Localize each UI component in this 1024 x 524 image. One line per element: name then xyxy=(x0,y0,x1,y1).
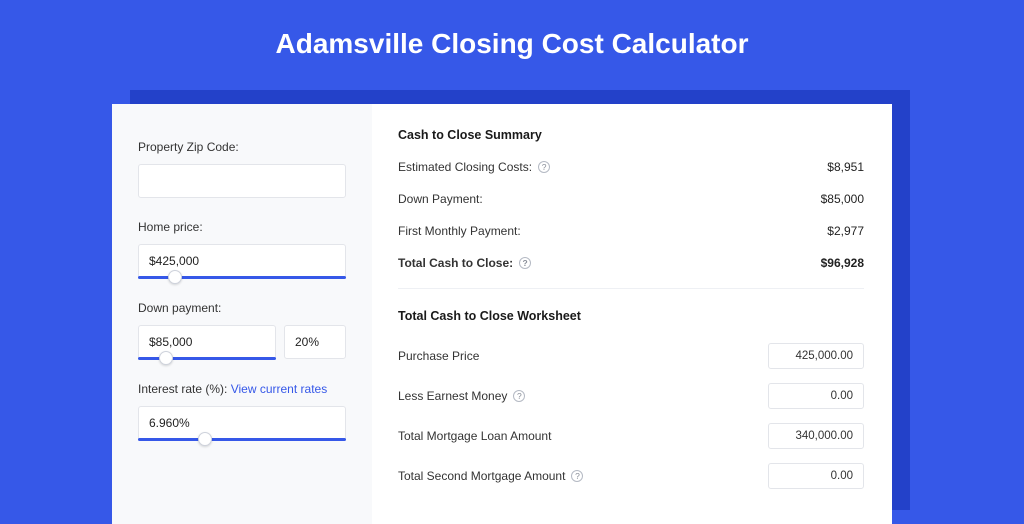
slider-thumb-icon[interactable] xyxy=(168,270,182,284)
home-price-label: Home price: xyxy=(138,220,346,234)
help-icon[interactable]: ? xyxy=(571,470,583,482)
worksheet-input[interactable]: 425,000.00 xyxy=(768,343,864,369)
down-payment-label: Down payment: xyxy=(138,301,346,315)
worksheet-input[interactable]: 0.00 xyxy=(768,383,864,409)
zip-label: Property Zip Code: xyxy=(138,140,346,154)
summary-value: $96,928 xyxy=(821,256,864,270)
summary-value: $8,951 xyxy=(827,160,864,174)
zip-field: Property Zip Code: xyxy=(138,140,346,198)
worksheet-input[interactable]: 0.00 xyxy=(768,463,864,489)
summary-row-down-payment: Down Payment: $85,000 xyxy=(398,192,864,206)
summary-row-first-monthly: First Monthly Payment: $2,977 xyxy=(398,224,864,238)
summary-heading: Cash to Close Summary xyxy=(398,128,864,142)
help-icon[interactable]: ? xyxy=(519,257,531,269)
summary-row-total: Total Cash to Close: ? $96,928 xyxy=(398,256,864,270)
summary-row-closing-costs: Estimated Closing Costs: ? $8,951 xyxy=(398,160,864,174)
summary-label: Estimated Closing Costs: xyxy=(398,160,532,174)
home-price-field: Home price: $425,000 xyxy=(138,220,346,279)
interest-rate-slider[interactable] xyxy=(138,438,346,441)
worksheet-label: Total Mortgage Loan Amount xyxy=(398,429,551,443)
worksheet-row-earnest-money: Less Earnest Money ? 0.00 xyxy=(398,383,864,409)
worksheet-input[interactable]: 340,000.00 xyxy=(768,423,864,449)
help-icon[interactable]: ? xyxy=(538,161,550,173)
worksheet-row-purchase-price: Purchase Price 425,000.00 xyxy=(398,343,864,369)
slider-thumb-icon[interactable] xyxy=(159,351,173,365)
worksheet-row-second-mortgage: Total Second Mortgage Amount ? 0.00 xyxy=(398,463,864,489)
calculator-card: Property Zip Code: Home price: $425,000 … xyxy=(112,104,892,524)
summary-label: First Monthly Payment: xyxy=(398,224,521,238)
view-rates-link[interactable]: View current rates xyxy=(231,382,328,396)
down-payment-field: Down payment: $85,000 20% xyxy=(138,301,346,360)
slider-thumb-icon[interactable] xyxy=(198,432,212,446)
summary-value: $85,000 xyxy=(821,192,864,206)
help-icon[interactable]: ? xyxy=(513,390,525,402)
inputs-panel: Property Zip Code: Home price: $425,000 … xyxy=(112,104,372,524)
results-panel: Cash to Close Summary Estimated Closing … xyxy=(372,104,892,524)
summary-label: Total Cash to Close: xyxy=(398,256,513,270)
interest-rate-label: Interest rate (%): View current rates xyxy=(138,382,346,396)
worksheet-row-mortgage-loan: Total Mortgage Loan Amount 340,000.00 xyxy=(398,423,864,449)
summary-value: $2,977 xyxy=(827,224,864,238)
worksheet-label: Total Second Mortgage Amount xyxy=(398,469,565,483)
worksheet-label: Purchase Price xyxy=(398,349,479,363)
worksheet-section: Total Cash to Close Worksheet Purchase P… xyxy=(398,288,864,489)
down-payment-slider[interactable] xyxy=(138,357,276,360)
worksheet-heading: Total Cash to Close Worksheet xyxy=(398,309,864,323)
page-title: Adamsville Closing Cost Calculator xyxy=(0,0,1024,86)
interest-rate-label-text: Interest rate (%): xyxy=(138,382,227,396)
interest-rate-field: Interest rate (%): View current rates 6.… xyxy=(138,382,346,441)
worksheet-label: Less Earnest Money xyxy=(398,389,507,403)
zip-input[interactable] xyxy=(138,164,346,198)
summary-label: Down Payment: xyxy=(398,192,483,206)
interest-rate-input[interactable]: 6.960% xyxy=(138,406,346,440)
home-price-slider[interactable] xyxy=(138,276,346,279)
down-payment-pct-input[interactable]: 20% xyxy=(284,325,346,359)
